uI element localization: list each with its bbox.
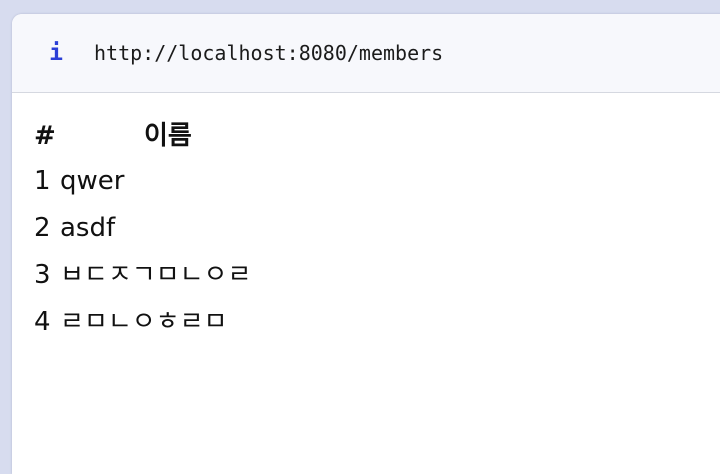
- table-row-cell: 4 ㄹㅁㄴㅇㅎㄹㅁ: [34, 299, 251, 346]
- table-header-row: # 이름: [34, 114, 251, 158]
- table-row: 1 qwer: [34, 158, 251, 205]
- browser-window: i http://localhost:8080/members # 이름 1 qw…: [12, 14, 720, 474]
- table-row: 4 ㄹㅁㄴㅇㅎㄹㅁ: [34, 299, 251, 346]
- table-row-cell: 1 qwer: [34, 158, 251, 205]
- row-id: 1: [34, 166, 51, 196]
- row-id: 3: [34, 260, 51, 290]
- row-name: qwer: [60, 166, 125, 196]
- table-row: 3 ㅂㄷㅈㄱㅁㄴㅇㄹ: [34, 252, 251, 299]
- address-bar[interactable]: i http://localhost:8080/members: [12, 14, 720, 93]
- row-name: ㄹㅁㄴㅇㅎㄹㅁ: [60, 307, 228, 337]
- table-row: 2 asdf: [34, 205, 251, 252]
- info-icon[interactable]: i: [45, 40, 67, 66]
- row-id: 2: [34, 213, 51, 243]
- row-name: asdf: [60, 213, 116, 243]
- row-id: 4: [34, 307, 51, 337]
- column-header-name: 이름: [144, 121, 192, 151]
- url-text[interactable]: http://localhost:8080/members: [94, 41, 443, 65]
- column-header-id: #: [34, 121, 56, 151]
- row-name: ㅂㄷㅈㄱㅁㄴㅇㄹ: [60, 260, 252, 290]
- table-row-cell: 2 asdf: [34, 205, 251, 252]
- page-content: # 이름 1 qwer 2 asdf 3 ㅂㄷㅈㄱㅁㄴㅇㄹ 4 ㄹㅁㄴㅇㅎㄹㅁ: [12, 93, 720, 346]
- members-table: # 이름 1 qwer 2 asdf 3 ㅂㄷㅈㄱㅁㄴㅇㄹ 4 ㄹㅁㄴㅇㅎㄹㅁ: [34, 114, 251, 346]
- table-row-cell: 3 ㅂㄷㅈㄱㅁㄴㅇㄹ: [34, 252, 251, 299]
